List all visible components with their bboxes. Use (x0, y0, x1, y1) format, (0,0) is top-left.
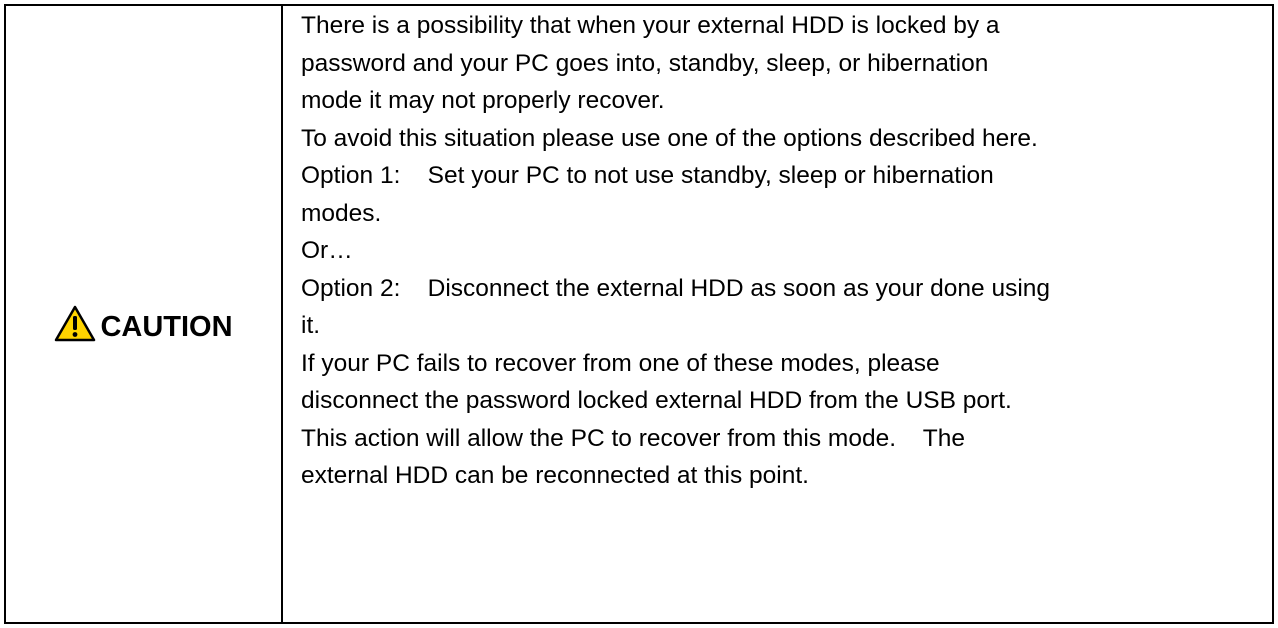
caution-label-cell: CAUTION (4, 4, 283, 624)
caution-text-line: external HDD can be reconnected at this … (301, 462, 809, 489)
option-1-line: Option 1: Set your PC to not use standby… (301, 162, 994, 189)
caution-label-group: CAUTION (54, 305, 233, 343)
caution-text-line: To avoid this situation please use one o… (301, 124, 1038, 152)
option-2-line: Option 2: Disconnect the external HDD as… (301, 274, 1051, 302)
caution-text-line: it. (301, 312, 321, 339)
caution-box: CAUTION There is a possibility that when… (4, 4, 1274, 624)
caution-text-line: This action will allow the PC to recover… (301, 424, 966, 452)
caution-text-line: If your PC fails to recover from one of … (301, 349, 940, 377)
caution-text-cell: There is a possibility that when your ex… (281, 4, 1274, 624)
caution-text-line: modes. (301, 199, 382, 227)
caution-row: CAUTION There is a possibility that when… (4, 4, 1274, 624)
caution-text-line: password and your PC goes into, standby,… (301, 49, 989, 77)
caution-label: CAUTION (100, 310, 233, 343)
or-line: Or… (301, 237, 353, 264)
caution-text-line: mode it may not properly recover. (301, 87, 665, 114)
caution-text-line: There is a possibility that when your ex… (301, 12, 1000, 39)
caution-text-line: disconnect the password locked external … (301, 387, 1012, 414)
warning-triangle-icon (55, 305, 96, 341)
